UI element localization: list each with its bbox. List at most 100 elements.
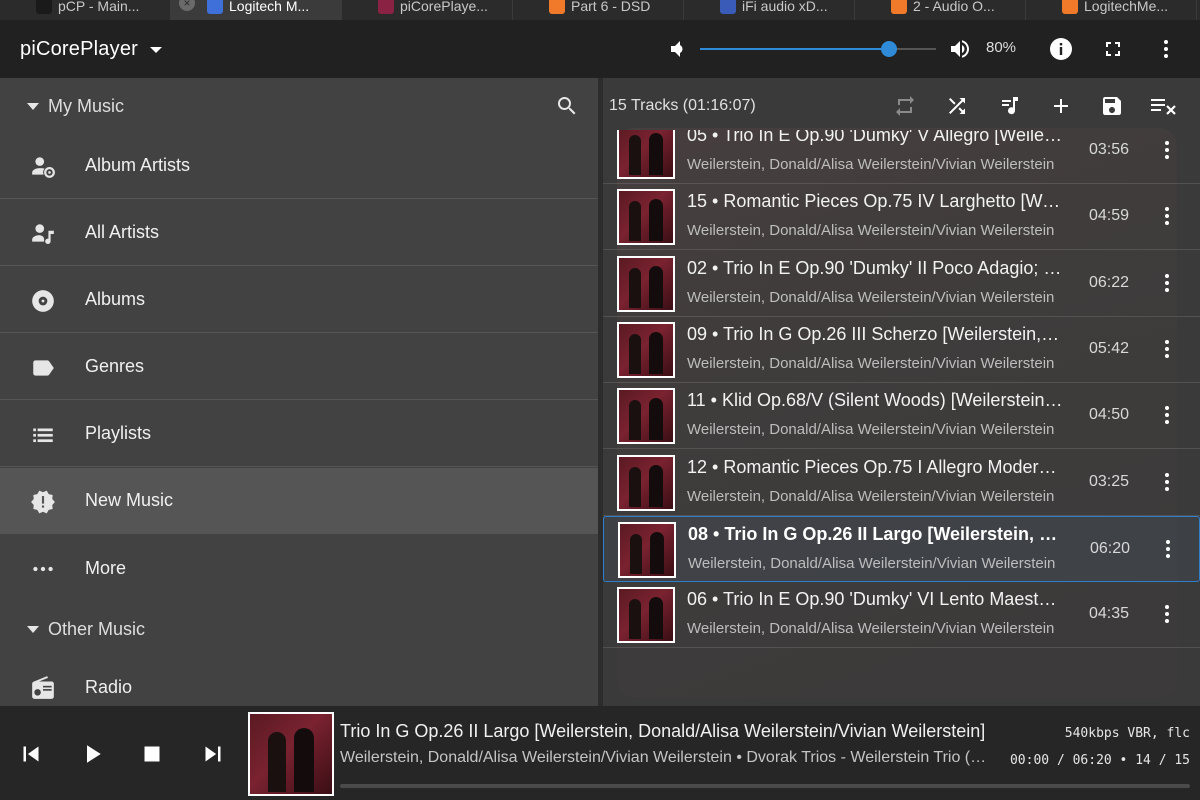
track-album-art[interactable]: [617, 388, 675, 445]
queue-row[interactable]: 15 • Romantic Pieces Op.75 IV Larghetto …: [603, 184, 1200, 251]
stop-icon[interactable]: [137, 739, 167, 769]
player-select-caret-icon[interactable]: [150, 47, 163, 53]
section-header-other-music[interactable]: Other Music: [0, 601, 598, 657]
queue-row[interactable]: 05 • Trio In E Op.90 'Dumky' V Allegro […: [603, 130, 1200, 184]
nav-item-label: Genres: [85, 356, 145, 376]
nav-item-all-artists[interactable]: All Artists: [0, 200, 598, 266]
info-icon[interactable]: [1049, 37, 1073, 61]
more-vert-icon[interactable]: [1155, 204, 1179, 228]
more-vert-icon[interactable]: [1154, 37, 1178, 61]
browser-tab[interactable]: pCP - Main...: [0, 0, 171, 20]
now-playing-title: Trio In G Op.26 II Largo [Weilerstein, D…: [340, 721, 986, 741]
nav-item-radio[interactable]: Radio: [0, 654, 598, 706]
nav-item-album-artists[interactable]: Album Artists: [0, 133, 598, 199]
more-vert-icon[interactable]: [1155, 138, 1179, 162]
volume-slider-thumb[interactable]: [880, 41, 897, 57]
nav-item-new-music[interactable]: New Music: [0, 468, 598, 534]
tab-favicon-icon: [549, 0, 565, 14]
tab-favicon-icon: [720, 0, 736, 14]
nav-item-genres[interactable]: Genres: [0, 334, 598, 400]
queue-track-count: 15 Tracks (01:16:07): [609, 97, 756, 114]
now-playing-album-art[interactable]: [248, 712, 334, 796]
queue-row[interactable]: 06 • Trio In E Op.90 'Dumky' VI Lento Ma…: [603, 582, 1200, 649]
track-artist: Weilerstein, Donald/Alisa Weilerstein/Vi…: [687, 156, 1055, 173]
now-playing-time: 00:00 / 06:20 • 14 / 15: [1009, 753, 1190, 768]
track-album-art[interactable]: [617, 255, 675, 312]
volume-slider-fill: [700, 48, 889, 50]
track-album-art[interactable]: [617, 189, 675, 246]
browser-tab-title: 2 - Audio O...: [913, 0, 995, 14]
browser-tab-title: Part 6 - DSD: [571, 0, 651, 14]
previous-track-icon[interactable]: [16, 739, 46, 769]
queue-row[interactable]: 02 • Trio In E Op.90 'Dumky' II Poco Ada…: [603, 251, 1200, 317]
now-playing-bar: Trio In G Op.26 II Largo [Weilerstein, D…: [0, 706, 1200, 800]
track-album-art[interactable]: [617, 321, 675, 378]
more-vert-icon[interactable]: [1156, 537, 1180, 561]
section-header-label: Other Music: [48, 618, 146, 639]
more-vert-icon[interactable]: [1155, 271, 1179, 295]
new-releases-icon: [31, 490, 55, 514]
track-album-art[interactable]: [617, 454, 675, 511]
nav-item-label: New Music: [85, 490, 174, 510]
now-playing-subtitle: Weilerstein, Donald/Alisa Weilerstein/Vi…: [340, 749, 994, 766]
browser-tab[interactable]: piCorePlaye...: [342, 0, 513, 20]
track-artist: Weilerstein, Donald/Alisa Weilerstein/Vi…: [687, 620, 1055, 638]
add-icon[interactable]: [1049, 94, 1073, 118]
nav-item-label: Radio: [85, 676, 133, 697]
fullscreen-icon[interactable]: [1101, 37, 1125, 61]
more-vert-icon[interactable]: [1155, 602, 1179, 626]
section-header-my-music[interactable]: My Music: [0, 78, 598, 134]
section-header-label: My Music: [48, 95, 124, 116]
music-move-icon[interactable]: [998, 94, 1022, 118]
app-toolbar: piCorePlayer 80%: [0, 20, 1200, 78]
browser-tab-title: pCP - Main...: [58, 0, 140, 14]
tab-favicon-icon: [1062, 0, 1078, 14]
nav-item-more[interactable]: More: [0, 535, 598, 601]
search-icon[interactable]: [555, 94, 579, 118]
save-icon[interactable]: [1100, 94, 1124, 118]
browser-tab-strip: pCP - Main... × Logitech M... piCorePlaye..…: [0, 0, 1200, 20]
queue-row[interactable]: 09 • Trio In G Op.26 III Scherzo [Weiler…: [603, 317, 1200, 383]
volume-slider[interactable]: [700, 41, 936, 57]
browser-tab[interactable]: × Logitech M...: [171, 0, 342, 20]
browser-tab[interactable]: iFi audio xD...: [684, 0, 855, 20]
browser-tab-title: LogitechMe...: [1084, 0, 1169, 14]
track-album-art[interactable]: [617, 587, 675, 644]
next-track-icon[interactable]: [198, 739, 228, 769]
track-title: 11 • Klid Op.68/V (Silent Woods) [Weiler…: [687, 390, 1063, 411]
app-title[interactable]: piCorePlayer: [20, 38, 138, 61]
queue-row-current[interactable]: 08 • Trio In G Op.26 II Largo [Weilerste…: [603, 515, 1200, 582]
browser-tab[interactable]: LogitechMe...: [1026, 0, 1197, 20]
tab-favicon-icon: [36, 0, 52, 14]
track-album-art[interactable]: [618, 521, 676, 578]
more-vert-icon[interactable]: [1155, 403, 1179, 427]
more-horiz-icon: [33, 566, 53, 572]
album-disc-icon: [32, 290, 54, 312]
shuffle-icon[interactable]: [945, 94, 969, 118]
expand-triangle-icon: [27, 625, 39, 633]
browser-tab-title: iFi audio xD...: [742, 0, 828, 14]
browser-tab[interactable]: 2 - Audio O...: [855, 0, 1026, 20]
clear-queue-icon[interactable]: [1149, 94, 1179, 118]
track-progress-bar[interactable]: [340, 784, 1190, 788]
nav-item-playlists[interactable]: Playlists: [0, 401, 598, 467]
tab-favicon-icon: [207, 0, 223, 14]
track-album-art[interactable]: [617, 130, 675, 179]
track-duration: 04:59: [1089, 207, 1130, 225]
more-vert-icon[interactable]: [1155, 337, 1179, 361]
play-icon[interactable]: [77, 739, 107, 769]
queue-row[interactable]: 11 • Klid Op.68/V (Silent Woods) [Weiler…: [603, 383, 1200, 450]
tab-favicon-icon: [891, 0, 907, 14]
browser-tab[interactable]: Part 6 - DSD: [513, 0, 684, 20]
now-playing-format: 540kbps VBR, flc: [1064, 726, 1190, 741]
volume-down-icon[interactable]: [666, 37, 690, 61]
volume-up-icon[interactable]: [948, 37, 972, 61]
nav-item-albums[interactable]: Albums: [0, 267, 598, 333]
queue-list[interactable]: 05 • Trio In E Op.90 'Dumky' V Allegro […: [603, 130, 1200, 706]
expand-triangle-icon: [27, 102, 39, 110]
repeat-icon[interactable]: [893, 94, 917, 118]
more-vert-icon[interactable]: [1155, 470, 1179, 494]
queue-row[interactable]: 12 • Romantic Pieces Op.75 I Allegro Mod…: [603, 450, 1200, 516]
close-tab-icon[interactable]: ×: [179, 0, 195, 11]
nav-item-label: All Artists: [85, 222, 160, 242]
